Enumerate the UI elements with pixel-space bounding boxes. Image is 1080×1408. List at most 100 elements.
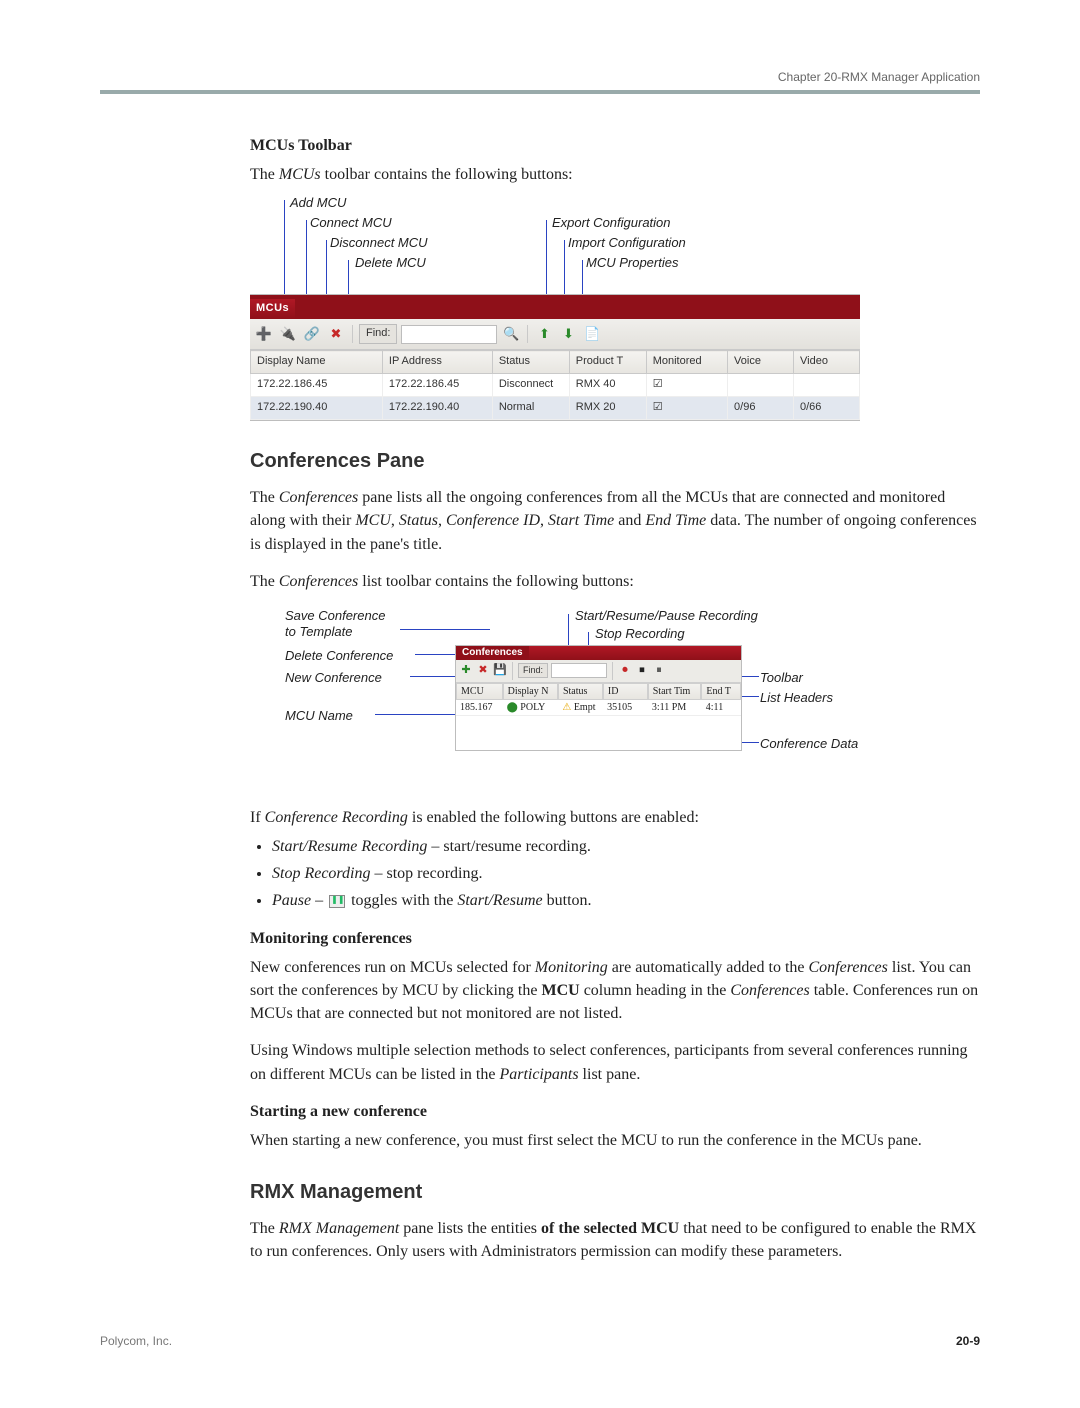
new-conference-icon[interactable]: ✚ bbox=[459, 664, 473, 678]
callout-new-conf: New Conference bbox=[285, 669, 382, 688]
text-emph: Start Time bbox=[548, 512, 614, 529]
text: and bbox=[614, 512, 645, 529]
callout-export-config: Export Configuration bbox=[552, 214, 671, 233]
cell-monitored[interactable]: ☑ bbox=[646, 374, 727, 397]
text-emph: Conference Recording bbox=[265, 809, 408, 826]
text: button. bbox=[543, 892, 592, 909]
callout-conf-data: Conference Data bbox=[760, 735, 858, 754]
text-emph: Start/Resume bbox=[457, 892, 542, 909]
find-input[interactable] bbox=[401, 325, 497, 344]
col-monitored[interactable]: Monitored bbox=[646, 351, 727, 374]
callout-connect-mcu: Connect MCU bbox=[310, 214, 392, 233]
callout-mcu-properties: MCU Properties bbox=[586, 254, 678, 273]
text: , bbox=[438, 512, 446, 529]
col-voice[interactable]: Voice bbox=[728, 351, 794, 374]
text: – stop recording. bbox=[371, 865, 483, 882]
text-emph: Conference ID bbox=[446, 512, 540, 529]
panel-title: MCUs bbox=[250, 299, 295, 319]
connect-mcu-icon[interactable]: 🔌 bbox=[278, 324, 298, 344]
figure-conferences-pane: Save Conference to Template Delete Confe… bbox=[250, 607, 980, 792]
search-icon[interactable]: 🔍 bbox=[501, 324, 521, 344]
text-emph: MCUs bbox=[279, 166, 321, 183]
col-status[interactable]: Status bbox=[558, 683, 603, 700]
callout-disconnect-mcu: Disconnect MCU bbox=[330, 234, 428, 253]
disconnect-mcu-icon[interactable]: 🔗 bbox=[302, 324, 322, 344]
header-rule bbox=[100, 90, 980, 94]
conference-row[interactable]: 185.167 ⬤ POLY ⚠ Empt 35105 3:11 PM 4:11 bbox=[456, 700, 741, 716]
mcus-toolbar-intro: The MCUs toolbar contains the following … bbox=[250, 163, 980, 186]
figure-mcus-toolbar: Add MCU Connect MCU Disconnect MCU Delet… bbox=[250, 194, 860, 421]
callout-mcu-name: MCU Name bbox=[285, 707, 353, 726]
import-config-icon[interactable]: ⬇ bbox=[558, 324, 578, 344]
text-emph: Start/Resume Recording bbox=[272, 838, 427, 855]
list-item: Start/Resume Recording – start/resume re… bbox=[272, 835, 980, 858]
text-emph: MCU bbox=[355, 512, 391, 529]
conferences-intro-2: The Conferences list toolbar contains th… bbox=[250, 570, 980, 593]
col-ip-address[interactable]: IP Address bbox=[382, 351, 492, 374]
col-product-type[interactable]: Product T bbox=[569, 351, 646, 374]
mcu-properties-icon[interactable]: 📄 bbox=[582, 324, 602, 344]
col-mcu[interactable]: MCU bbox=[456, 683, 503, 700]
callout-start-recording: Start/Resume/Pause Recording bbox=[575, 607, 758, 626]
chapter-header: Chapter 20-RMX Manager Application bbox=[100, 70, 980, 84]
list-item: Pause – toggles with the Start/Resume bu… bbox=[272, 889, 980, 912]
cell-video: 0/66 bbox=[794, 397, 860, 420]
find-input[interactable] bbox=[551, 663, 607, 678]
cell-id: 35105 bbox=[603, 700, 648, 716]
text: Empt bbox=[574, 702, 596, 713]
save-template-icon[interactable]: 💾 bbox=[493, 664, 507, 678]
callout-add-mcu: Add MCU bbox=[290, 194, 346, 213]
mcus-toolbar-heading: MCUs Toolbar bbox=[250, 134, 980, 157]
col-start-time[interactable]: Start Tim bbox=[648, 683, 702, 700]
conf-recording-intro: If Conference Recording is enabled the f… bbox=[250, 806, 980, 829]
cell-status: ⚠ Empt bbox=[558, 700, 603, 716]
cell-voice: 0/96 bbox=[728, 397, 794, 420]
toolbar-separator bbox=[352, 325, 353, 343]
page-footer: Polycom, Inc. 20-9 bbox=[100, 1334, 980, 1348]
cell-ip: 172.22.186.45 bbox=[382, 374, 492, 397]
text: list toolbar contains the following butt… bbox=[358, 573, 634, 590]
text: toggles with the bbox=[347, 892, 457, 909]
text-emph: Conferences bbox=[279, 489, 358, 506]
callout-delete-conf: Delete Conference bbox=[285, 647, 393, 666]
export-config-icon[interactable]: ⬆ bbox=[534, 324, 554, 344]
list-item: Stop Recording – stop recording. bbox=[272, 862, 980, 885]
text: If bbox=[250, 809, 265, 826]
cell-end: 4:11 bbox=[702, 700, 741, 716]
pause-recording-icon[interactable]: ⏸ bbox=[652, 664, 666, 678]
table-row[interactable]: 172.22.186.45 172.22.186.45 Disconnect R… bbox=[251, 374, 860, 397]
conferences-pane-heading: Conferences Pane bbox=[250, 447, 980, 476]
cell-name: 172.22.186.45 bbox=[251, 374, 383, 397]
text: – start/resume recording. bbox=[427, 838, 591, 855]
callout-stop-recording: Stop Recording bbox=[595, 625, 685, 644]
text-emph: RMX Management bbox=[279, 1220, 399, 1237]
col-display-name[interactable]: Display Name bbox=[251, 351, 383, 374]
col-video[interactable]: Video bbox=[794, 351, 860, 374]
col-end-time[interactable]: End T bbox=[701, 683, 741, 700]
callout-to-template: to Template bbox=[285, 623, 352, 642]
cell-start: 3:11 PM bbox=[648, 700, 702, 716]
cell-monitored[interactable]: ☑ bbox=[646, 397, 727, 420]
text-bold: MCU bbox=[541, 982, 579, 999]
col-id[interactable]: ID bbox=[603, 683, 648, 700]
delete-conference-icon[interactable]: ✖ bbox=[476, 664, 490, 678]
text: The bbox=[250, 573, 279, 590]
monitoring-p2: Using Windows multiple selection methods… bbox=[250, 1039, 980, 1085]
text: column heading in the bbox=[580, 982, 731, 999]
add-mcu-icon[interactable]: ➕ bbox=[254, 324, 274, 344]
stop-recording-icon[interactable]: ⏹ bbox=[635, 664, 649, 678]
start-recording-icon[interactable]: ⏺ bbox=[618, 664, 632, 678]
col-display-name[interactable]: Display N bbox=[503, 683, 558, 700]
col-status[interactable]: Status bbox=[492, 351, 569, 374]
conferences-toolbar: ✚ ✖ 💾 Find: ⏺ ⏹ ⏸ bbox=[456, 660, 741, 683]
callout-import-config: Import Configuration bbox=[568, 234, 686, 253]
delete-mcu-icon[interactable]: ✖ bbox=[326, 324, 346, 344]
toolbar-separator bbox=[512, 662, 513, 680]
rmx-management-p: The RMX Management pane lists the entiti… bbox=[250, 1217, 980, 1263]
text-emph: Conferences bbox=[730, 982, 809, 999]
cell-name: ⬤ POLY bbox=[503, 700, 559, 716]
text: toolbar contains the following buttons: bbox=[321, 166, 573, 183]
text: The bbox=[250, 489, 279, 506]
table-row[interactable]: 172.22.190.40 172.22.190.40 Normal RMX 2… bbox=[251, 397, 860, 420]
text-emph: Participants bbox=[499, 1066, 578, 1083]
